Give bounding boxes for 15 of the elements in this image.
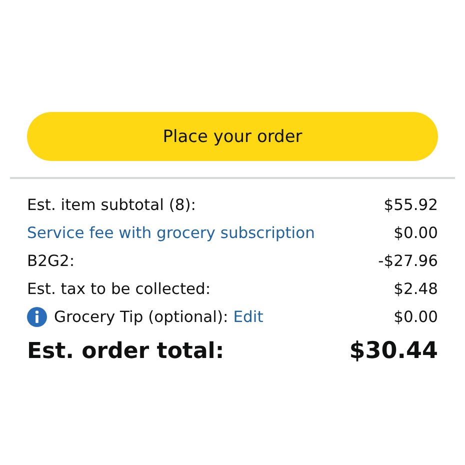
summary-label: B2G2:: [27, 252, 75, 270]
place-order-button[interactable]: Place your order: [27, 112, 438, 161]
service-fee-link[interactable]: Service fee with grocery subscription: [27, 224, 315, 242]
summary-amount: $0.00: [394, 224, 438, 242]
edit-link[interactable]: Edit: [233, 308, 264, 326]
summary-label: Grocery Tip (optional):: [54, 308, 228, 326]
info-icon[interactable]: [27, 307, 47, 327]
summary-amount: $0.00: [394, 308, 438, 326]
summary-label: Est. item subtotal (8):: [27, 196, 196, 214]
order-total-amount: $30.44: [349, 338, 438, 364]
summary-amount: $2.48: [394, 280, 438, 298]
summary-amount: $55.92: [384, 196, 438, 214]
summary-amount: -$27.96: [378, 252, 438, 270]
summary-label: Est. tax to be collected:: [27, 280, 211, 298]
order-total-label: Est. order total:: [27, 338, 224, 364]
